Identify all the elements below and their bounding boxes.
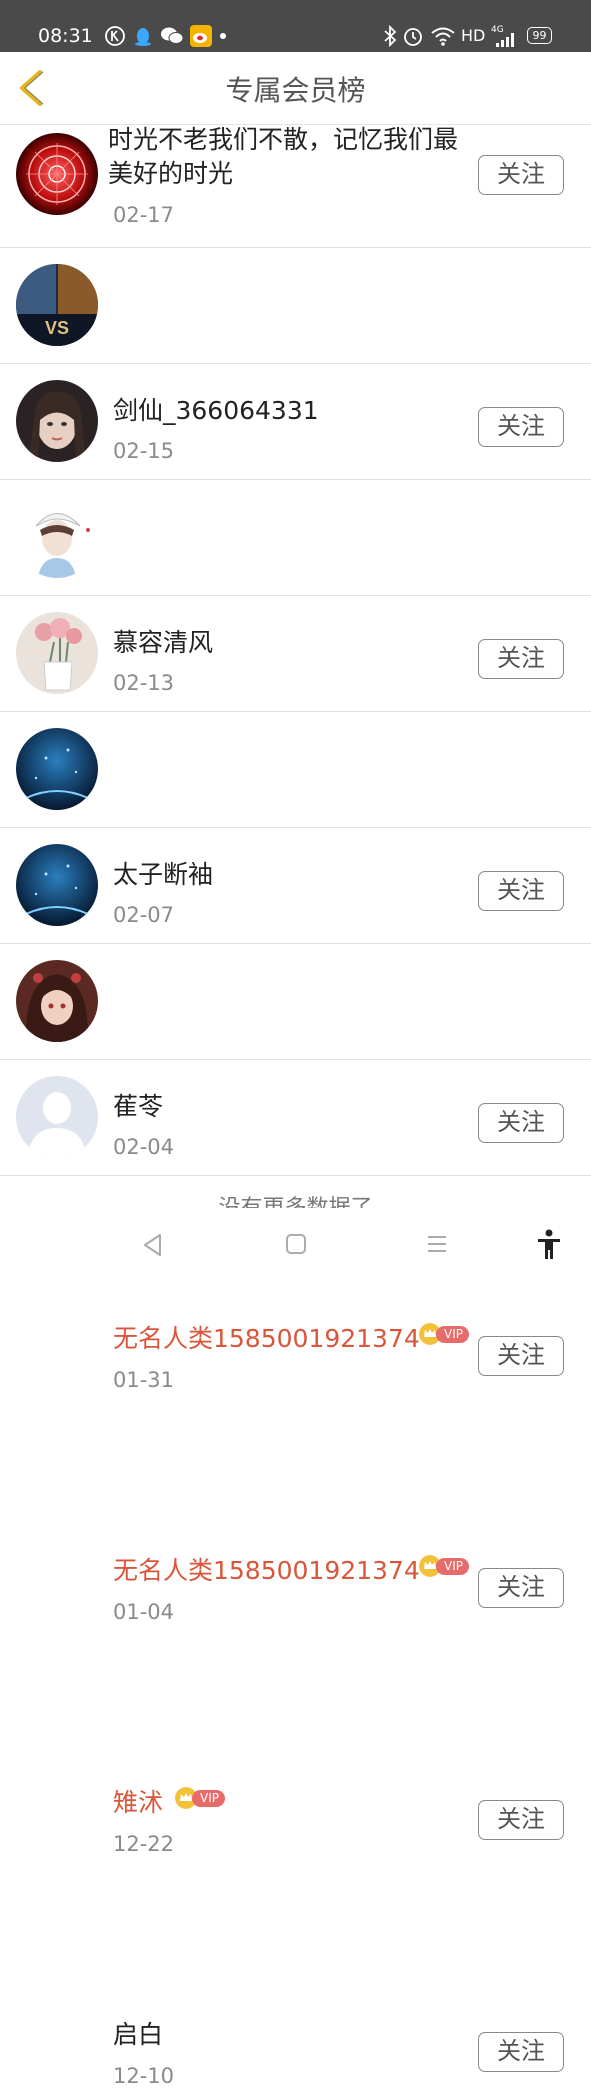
member-date: 12-22: [113, 1832, 175, 1856]
follow-button[interactable]: 关注: [478, 155, 564, 195]
status-time: 08:31: [38, 25, 93, 47]
member-name: 时光不老我们不散，记忆我们最美好的时光: [108, 125, 459, 188]
avatar[interactable]: [16, 844, 98, 926]
app-header: 专属会员榜: [0, 52, 591, 125]
back-triangle-icon[interactable]: [140, 1232, 166, 1258]
battery-indicator: 99: [527, 27, 552, 44]
follow-button[interactable]: 关注: [478, 2032, 564, 2072]
list-item[interactable]: 无名人类1585001921374 VIP 01-31 关注: [0, 711, 591, 1392]
member-date: 12-10: [113, 2064, 175, 2088]
member-name: 雉沭: [113, 1788, 164, 1817]
avatar[interactable]: [16, 133, 98, 215]
avatar[interactable]: [16, 380, 98, 462]
vip-label: VIP: [436, 1558, 469, 1575]
signal-bars-icon: [496, 33, 514, 47]
member-name: 启白: [113, 2020, 164, 2049]
vip-label: VIP: [192, 1790, 225, 1807]
avatar[interactable]: VS: [16, 264, 98, 346]
dot-icon: [220, 33, 226, 39]
menu-lines-icon[interactable]: [425, 1232, 449, 1256]
member-date: 01-31: [113, 1368, 175, 1392]
qq-penguin-icon: [135, 28, 151, 46]
list-item[interactable]: 慕容清风 02-13 关注: [0, 363, 591, 695]
list-item[interactable]: 启白 12-10 关注: [0, 1059, 591, 2088]
member-date: 01-04: [113, 1600, 175, 1624]
member-name: 无名人类1585001921374: [113, 1324, 420, 1353]
default-user-icon: [16, 1076, 98, 1158]
network-type: HD: [461, 26, 486, 45]
list-item[interactable]: 无名人类1585001921374 VIP 01-04 关注: [0, 827, 591, 1624]
avatar[interactable]: [16, 960, 98, 1042]
avatar[interactable]: [16, 496, 98, 578]
list-item[interactable]: 时光不老我们不散，记忆我们最美好的时光 02-17 关注: [0, 125, 591, 248]
list-item[interactable]: 太子断袖 02-07 关注: [0, 479, 591, 927]
wifi-icon: [431, 27, 455, 46]
system-nav-bar: [0, 1208, 591, 1280]
weibo-icon: [190, 25, 212, 47]
list-item[interactable]: 雉沭 VIP 12-22 关注: [0, 943, 591, 1856]
alarm-icon: [404, 28, 422, 46]
wechat-icon: [161, 27, 184, 44]
page-title: 专属会员榜: [225, 74, 366, 107]
avatar[interactable]: [16, 728, 98, 810]
home-square-icon[interactable]: [284, 1232, 308, 1256]
accessibility-icon[interactable]: [535, 1228, 563, 1260]
follow-button[interactable]: 关注: [478, 1568, 564, 1608]
k-circle-icon: [105, 26, 125, 46]
list-item[interactable]: VS 剑仙_366064331 02-15 关注: [0, 247, 591, 463]
follow-button[interactable]: 关注: [478, 1336, 564, 1376]
bluetooth-icon: [384, 25, 397, 47]
member-name: 无名人类1585001921374: [113, 1556, 420, 1585]
list-item[interactable]: 萑苓 02-04 关注: [0, 595, 591, 1159]
avatar[interactable]: [16, 612, 98, 694]
status-bar: 08:31 HD 4G 99: [0, 0, 591, 52]
member-date: 02-17: [113, 203, 175, 227]
svg-text:VS: VS: [45, 318, 69, 338]
avatar[interactable]: [16, 1076, 98, 1158]
vip-label: VIP: [436, 1326, 469, 1343]
follow-button[interactable]: 关注: [478, 1800, 564, 1840]
